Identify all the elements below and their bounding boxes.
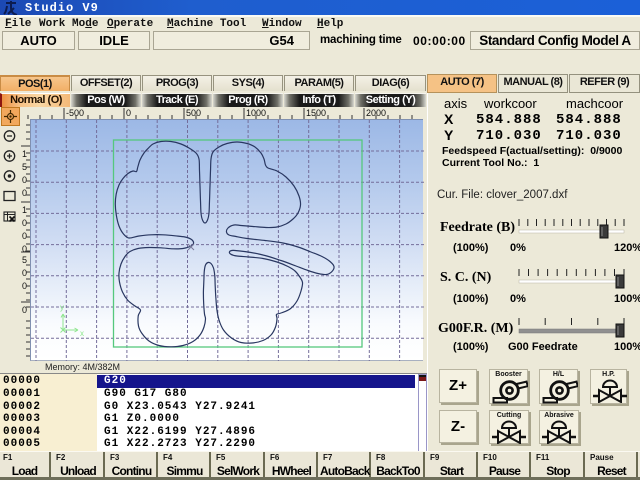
svg-text:x: x: [80, 329, 84, 338]
svg-text:0: 0: [22, 175, 27, 185]
svg-text:y: y: [60, 303, 64, 312]
svg-text:1: 1: [22, 149, 27, 159]
svg-text:0: 0: [126, 108, 131, 118]
svg-text:-500: -500: [66, 108, 84, 118]
svg-text:500: 500: [186, 108, 201, 118]
svg-text:0: 0: [22, 188, 27, 198]
svg-text:5: 5: [22, 255, 27, 265]
svg-text:0: 0: [22, 231, 27, 241]
svg-text:0: 0: [22, 268, 27, 278]
svg-text:1: 1: [22, 205, 27, 215]
